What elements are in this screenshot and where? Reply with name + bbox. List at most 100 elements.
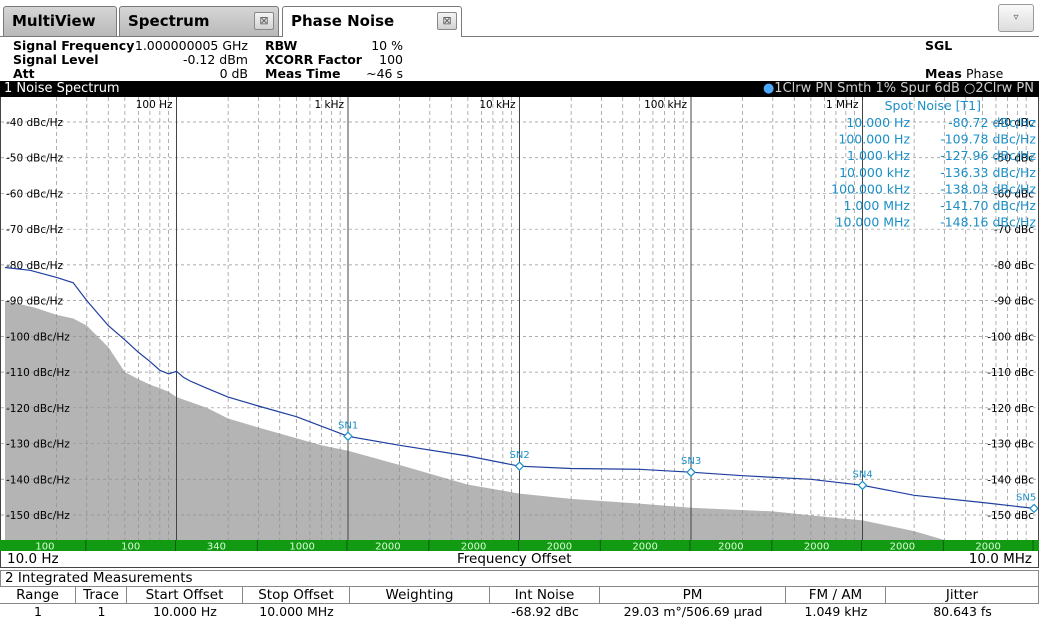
rbw-value: 10 % [371,38,403,53]
rbw-segment-label: 2000 [375,542,400,552]
tab-phase-noise-close-icon[interactable]: ⊠ [437,12,457,30]
im-row-cell[interactable]: -68.92 dBc [490,604,600,621]
frequency-axis-row: 10.0 Hz Frequency Offset 10.0 MHz [0,551,1039,568]
im-row-cell[interactable]: 80.643 fs [886,604,1039,621]
im-header-cell: Trace [76,587,127,604]
stop-frequency: 10.0 MHz [968,551,1032,567]
y-tick-label-left: -70 dBc/Hz [6,224,64,236]
spot-marker-2 [514,461,525,472]
spot-marker-label: SN5 [1016,492,1036,503]
y-tick-label-right: -90 dBc [994,296,1034,308]
x-tick-label: 10 kHz [479,99,516,111]
im-row-cell[interactable]: 1 [76,604,127,621]
meas-label: Meas [925,66,962,81]
trace1-info: 1Clrw PN Smth 1% Spur 6dB [774,81,960,96]
spot-noise-value: -138.03 dBc/Hz [940,181,1036,196]
rbw-segment-label: 100 [121,542,140,552]
y-tick-label-right: -150 dBc [987,510,1034,522]
spot-noise-freq: 10.000 Hz [846,115,910,130]
x-tick-label: 100 kHz [644,99,687,111]
spot-noise-freq: 10.000 MHz [836,215,911,230]
tab-bar: MultiView ⊕ Spectrum ⊠ Phase Noise ⊠ ▿ [0,0,1039,58]
tab-multiview[interactable]: MultiView ⊕ [3,6,117,58]
rbw-label: RBW [265,38,298,53]
sgl-indicator: SGL [925,38,953,53]
spot-marker-label: SN3 [681,456,701,467]
spot-marker-4 [857,480,868,491]
noise-spectrum-plot[interactable]: 100 Hz 1 kHz 10 kHz 100 kHz 1 MHz -40 dBc/Hz -… [0,97,1039,540]
spot-noise-value: -127.96 dBc/Hz [940,148,1036,163]
rbw-segment-label: 2000 [632,542,657,552]
im-header-cell: FM / AM [786,587,886,604]
im-row-cell[interactable]: 10.000 Hz [127,604,243,621]
rbw-segment-label: 2000 [890,542,915,552]
rbw-segment-label: 340 [207,542,226,552]
im-header-cell: Start Offset [127,587,243,604]
trace2-info: 2Clrw PN [975,81,1034,96]
rbw-segment-label: 2000 [804,542,829,552]
spot-noise-value: -109.78 dBc/Hz [940,132,1036,147]
integrated-measurements-title[interactable]: 2 Integrated Measurements [0,570,1039,587]
rbw-segment-label: 2000 [461,542,486,552]
im-row-cell[interactable]: 1 [0,604,76,621]
spot-noise-value: -141.70 dBc/Hz [940,198,1036,213]
y-tick-label-left: -100 dBc/Hz [6,331,70,343]
im-header-cell: Range [0,587,76,604]
signal-frequency-value: 1.000000005 GHz [134,38,248,53]
xcorr-value: 100 [379,52,403,67]
rbw-segment-label: 2000 [547,542,572,552]
rbw-segments-chart: 100 100 340 1000 2000 2000 2000 2000 2000 2000 200… [35,540,1034,553]
att-label: Att [13,66,35,81]
im-row-cell[interactable]: 29.03 m°/506.69 µrad [600,604,786,621]
im-row-cell[interactable] [350,604,490,621]
tab-phase-noise[interactable]: Phase Noise ⊠ [282,6,462,37]
tab-multiview-label: MultiView [12,12,96,30]
im-header-cell: Int Noise [490,587,600,604]
spot-noise-freq: 1.000 kHz [847,148,910,163]
tab-spectrum-label: Spectrum [128,12,210,30]
spot-marker-3 [686,467,696,478]
im-header-cell: Weighting [350,587,490,604]
spot-noise-value: -136.33 dBc/Hz [940,165,1036,180]
diagram-title-bar[interactable]: 1 Noise Spectrum ●1Clrw PN Smth 1% Spur … [0,81,1039,97]
y-tick-label-left: -130 dBc/Hz [6,439,70,451]
x-tick-label: 1 kHz [314,99,344,111]
signal-level-value: -0.12 dBm [182,52,248,67]
rbw-segment-label: 100 [35,542,54,552]
start-frequency: 10.0 Hz [7,551,59,567]
im-header-cell: PM [600,587,786,604]
rbw-segment-bar: 100 100 340 1000 2000 2000 2000 2000 2000 2000 200… [0,540,1039,553]
y-tick-label-left: -110 dBc/Hz [6,367,70,379]
noise-spectrum-chart: 100 Hz 1 kHz 10 kHz 100 kHz 1 MHz -40 dBc/Hz -… [1,97,1038,540]
spot-noise-title: Spot Noise [T1] [885,98,981,113]
att-value: 0 dB [219,66,248,81]
y-tick-label-right: -80 dBc [994,260,1034,272]
x-tick-label: 100 Hz [136,99,173,111]
y-tick-label-left: -150 dBc/Hz [6,510,70,522]
y-tick-label-left: -60 dBc/Hz [6,188,64,200]
y-tick-label-right: -140 dBc [987,474,1034,486]
diagram-title: 1 Noise Spectrum [4,81,120,96]
y-tick-label-right: -100 dBc [987,331,1034,343]
signal-frequency-label: Signal Frequency [13,38,135,53]
tab-spectrum[interactable]: Spectrum ⊠ [119,6,279,36]
im-header-cell: Jitter [886,587,1039,604]
rbw-segment-label: 2000 [975,542,1000,552]
tab-spectrum-close-icon[interactable]: ⊠ [254,12,274,30]
im-row-cell[interactable]: 1.049 kHz [786,604,886,621]
y-tick-label-left: -50 dBc/Hz [6,153,64,165]
y-tick-label-left: -40 dBc/Hz [6,117,64,129]
spot-marker-label: SN4 [853,469,873,480]
spot-noise-freq: 10.000 kHz [839,165,910,180]
y-tick-label-right: -110 dBc [987,367,1034,379]
measurement-header: Signal Frequency 1.000000005 GHz Signal … [0,37,1039,96]
spot-noise-value: -80.72 dBc/Hz [948,115,1036,130]
meas-time-label: Meas Time [265,66,341,81]
trace1-indicator-icon: ● [762,81,775,96]
im-header-cell: Stop Offset [243,587,350,604]
y-tick-label-right: -120 dBc [987,403,1034,415]
im-row-cell[interactable]: 10.000 MHz [243,604,350,621]
spot-noise-freq: 100.000 Hz [838,132,910,147]
y-tick-label-left: -140 dBc/Hz [6,474,70,486]
chevron-down-icon[interactable]: ▿ [998,4,1034,32]
